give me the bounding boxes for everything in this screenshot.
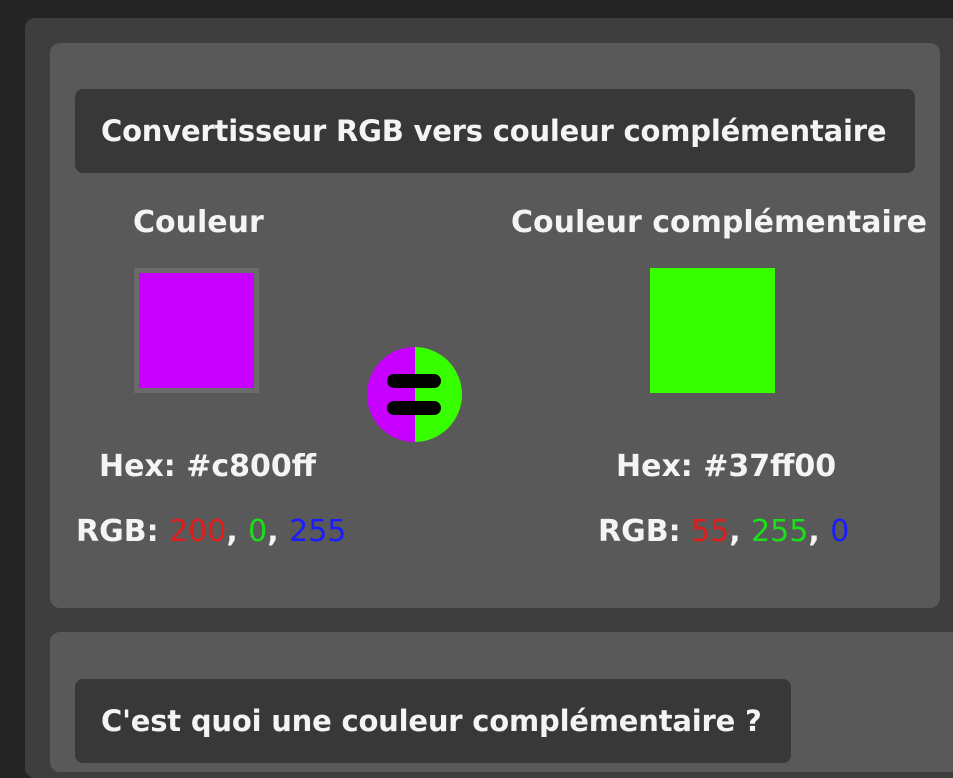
complement-hex-value: Hex: #37ff00 [616,449,837,484]
green-channel-value: 255 [751,514,809,549]
red-channel-value: 200 [169,514,227,549]
rgb-label: RGB: [76,514,159,549]
equals-icon-left-half [367,347,415,442]
separator: , [226,514,238,549]
separator: , [729,514,741,549]
complement-color-heading: Couleur complémentaire [511,205,927,240]
red-channel-value: 55 [691,514,730,549]
explanation-title: C'est quoi une couleur complémentaire ? [75,679,791,763]
original-hex-value: Hex: #c800ff [99,449,317,484]
equals-icon-bottom-bar [387,401,441,415]
blue-channel-value: 255 [289,514,347,549]
separator: , [808,514,820,549]
converter-title: Convertisseur RGB vers couleur complémen… [75,89,915,173]
original-color-swatch[interactable] [134,268,259,393]
blue-channel-value: 0 [830,514,850,549]
green-channel-value: 0 [248,514,268,549]
original-color-heading: Couleur [133,205,264,240]
equals-icon-top-bar [387,374,441,388]
original-rgb-value: RGB: 200, 0, 255 [76,514,346,549]
equals-icon-right-half [414,347,462,442]
complement-rgb-value: RGB: 55, 255, 0 [598,514,849,549]
rgb-label: RGB: [598,514,681,549]
separator: , [267,514,279,549]
equals-icon [367,347,462,442]
complement-color-swatch [650,268,775,393]
